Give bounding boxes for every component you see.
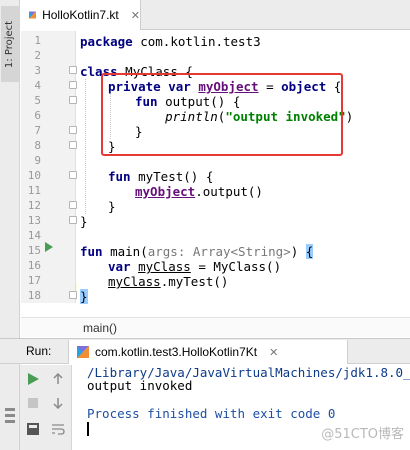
line-number: 4 xyxy=(34,79,41,92)
line-number: 11 xyxy=(27,184,41,197)
line-number: 17 xyxy=(27,274,41,287)
line-number: 15 xyxy=(27,244,41,257)
fold-marker[interactable] xyxy=(69,96,77,104)
run-panel-label: Run: xyxy=(26,344,52,358)
rerun-button[interactable] xyxy=(25,371,41,387)
restore-layout-button[interactable] xyxy=(25,421,41,437)
code-line-18: } xyxy=(80,289,88,304)
code-line-1: package com.kotlin.test3 xyxy=(80,34,261,49)
fold-marker[interactable] xyxy=(69,81,77,89)
stop-button[interactable] xyxy=(25,395,41,411)
line-number: 2 xyxy=(34,49,41,62)
line-number: 8 xyxy=(34,139,41,152)
breadcrumb[interactable]: main() xyxy=(21,317,410,337)
watermark: @51CTO博客 xyxy=(321,427,404,442)
line-number: 1 xyxy=(34,34,41,47)
line-number: 6 xyxy=(34,109,41,122)
code-line-10: fun myTest() { xyxy=(108,169,214,184)
line-number: 16 xyxy=(27,259,41,272)
play-icon xyxy=(28,373,39,385)
project-tool-tab-label: 1: Project xyxy=(4,20,16,68)
close-icon[interactable]: ✕ xyxy=(131,9,140,22)
editor-gutter: 1 2 3 4 5 6 7 8 9 10 11 12 13 14 15 16 1… xyxy=(21,31,77,303)
line-number: 13 xyxy=(27,214,41,227)
code-line-12: } xyxy=(108,199,116,214)
code-editor[interactable]: package com.kotlin.test3 class MyClass {… xyxy=(77,31,410,304)
arrow-down-icon xyxy=(53,398,63,409)
editor-tab-bar: HolloKotlin7.kt ✕ xyxy=(21,0,410,30)
kotlin-file-icon xyxy=(29,11,37,19)
breadcrumb-item[interactable]: main() xyxy=(83,321,117,335)
run-panel-header: Run: com.kotlin.test3.HolloKotlin7Kt ✕ xyxy=(0,338,410,364)
line-number: 7 xyxy=(34,124,41,137)
line-number: 10 xyxy=(27,169,41,182)
run-config-name: com.kotlin.test3.HolloKotlin7Kt xyxy=(95,345,258,359)
file-tab-name: HolloKotlin7.kt xyxy=(42,8,119,22)
text-caret xyxy=(87,422,89,436)
fold-marker[interactable] xyxy=(69,126,77,134)
close-icon[interactable]: ✕ xyxy=(269,346,278,359)
code-line-15: fun main(args: Array<String>) { xyxy=(80,244,314,259)
code-line-16: var myClass = MyClass() xyxy=(108,259,282,274)
fold-marker[interactable] xyxy=(69,201,77,209)
code-line-17: myClass.myTest() xyxy=(108,274,229,289)
fold-marker[interactable] xyxy=(69,141,77,149)
fold-marker[interactable] xyxy=(69,171,77,179)
fold-marker[interactable] xyxy=(69,216,77,224)
tool-window-stripe: 1: Project xyxy=(0,0,20,450)
indent-guide xyxy=(85,79,86,214)
line-number: 9 xyxy=(34,154,41,167)
line-number: 18 xyxy=(27,289,41,302)
file-tab-hollokotlin7[interactable]: HolloKotlin7.kt ✕ xyxy=(21,0,141,30)
code-line-13: } xyxy=(80,214,88,229)
scroll-up-button[interactable] xyxy=(50,371,66,387)
structure-icon xyxy=(5,408,15,423)
run-toolbar xyxy=(20,365,72,450)
run-config-tab[interactable]: com.kotlin.test3.HolloKotlin7Kt ✕ xyxy=(68,340,348,364)
kotlin-run-icon xyxy=(77,346,89,358)
run-gutter-icon[interactable] xyxy=(45,242,53,252)
layout-icon xyxy=(27,423,39,435)
line-number: 14 xyxy=(27,229,41,242)
arrow-up-icon xyxy=(53,373,63,384)
fold-marker[interactable] xyxy=(69,66,77,74)
stop-icon xyxy=(28,398,38,408)
wrap-icon xyxy=(52,424,65,435)
code-line-11: myObject.output() xyxy=(135,184,263,199)
soft-wrap-button[interactable] xyxy=(50,421,66,437)
highlight-annotation-box xyxy=(101,73,343,156)
console-line-output: output invoked xyxy=(87,378,193,393)
scroll-down-button[interactable] xyxy=(50,395,66,411)
line-number: 12 xyxy=(27,199,41,212)
structure-tool-tab[interactable] xyxy=(1,386,19,442)
line-number: 5 xyxy=(34,94,41,107)
console-line-exit: Process finished with exit code 0 xyxy=(87,406,336,421)
fold-marker[interactable] xyxy=(69,291,77,299)
line-number: 3 xyxy=(34,64,41,77)
project-tool-tab[interactable]: 1: Project xyxy=(1,6,19,82)
